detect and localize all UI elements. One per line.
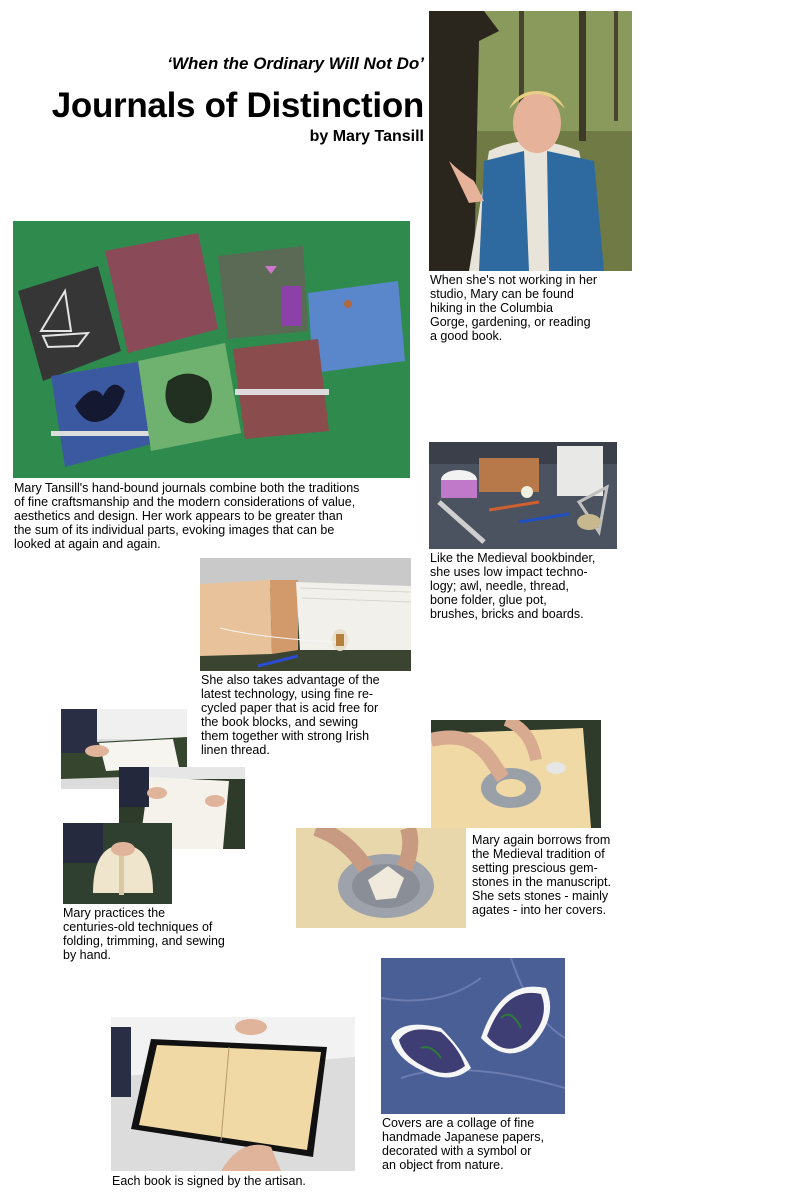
folding-photo-3: [63, 823, 172, 904]
tagline: ‘When the Ordinary Will Not Do’: [167, 54, 424, 73]
byline: by Mary Tansill: [309, 128, 424, 145]
signed-caption: Each book is signed by the artisan.: [112, 1174, 306, 1188]
folding-caption: Mary practices the centuries-old techniq…: [63, 906, 225, 962]
journals-photo: [13, 221, 410, 478]
gems-caption: Mary again borrows from the Medieval tra…: [472, 833, 611, 917]
portrait-caption: When she's not working in her studio, Ma…: [430, 273, 598, 343]
portrait-photo: [429, 11, 632, 271]
tools-caption: Like the Medieval bookbinder, she uses l…: [430, 551, 596, 621]
gem-stone-photo: [296, 828, 466, 928]
gem-setting-photo: [431, 720, 601, 828]
journals-caption: Mary Tansill's hand-bound journals combi…: [14, 481, 360, 551]
covers-caption: Covers are a collage of fine handmade Ja…: [382, 1116, 544, 1172]
page-title: Journals of Distinction: [51, 86, 425, 125]
cover-photo: [381, 958, 565, 1114]
tools-photo: [429, 442, 617, 549]
signing-photo: [111, 1017, 355, 1171]
paper-photo: [200, 558, 411, 671]
paper-caption: She also takes advantage of the latest t…: [201, 673, 380, 757]
